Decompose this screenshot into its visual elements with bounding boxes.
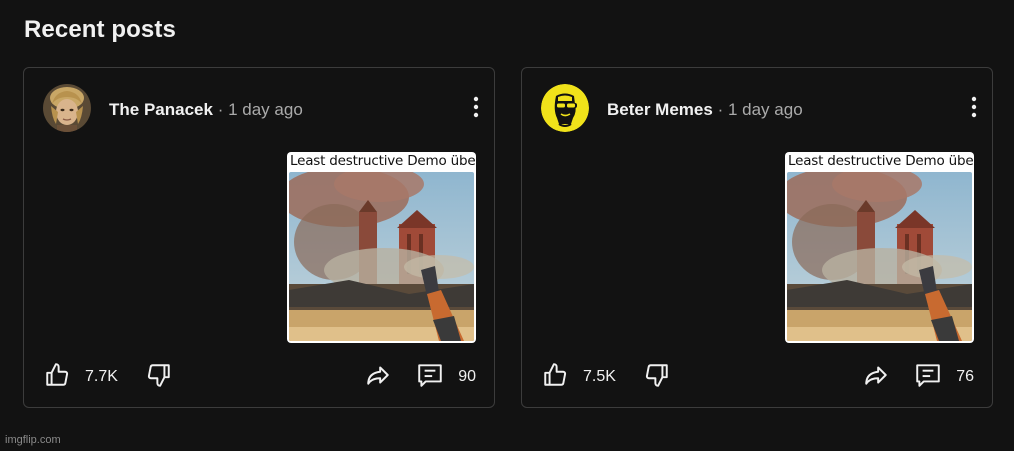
more-options-button[interactable] [472,96,480,118]
like-button[interactable] [542,362,568,388]
post-header: The Panacek · 1 day ago [109,100,303,120]
post-actions: 7.5K 76 [522,356,992,392]
post-card[interactable]: Beter Memes · 1 day ago Least destructiv… [521,67,993,408]
thumbs-down-icon [147,364,170,387]
thumbnail-caption: Least destructive Demo über: [290,153,476,169]
like-count: 7.7K [85,368,118,385]
avatar[interactable] [541,84,589,132]
dislike-button[interactable] [644,362,670,388]
game-scene-image [787,172,972,341]
comment-icon [418,364,442,387]
post-time: 1 day ago [228,100,303,119]
author-name[interactable]: Beter Memes [607,100,713,119]
avatar[interactable] [43,84,91,132]
game-scene-image [289,172,474,341]
like-button[interactable] [44,362,70,388]
share-arrow-icon [367,366,389,385]
thumbs-down-icon [645,364,668,387]
person-portrait-icon [43,84,91,132]
post-header: Beter Memes · 1 day ago [607,100,803,120]
post-thumbnail[interactable]: Least destructive Demo über: [287,152,476,343]
more-vertical-icon [473,96,479,118]
comment-button[interactable] [914,362,942,388]
separator: · [717,100,724,119]
post-actions: 7.7K 90 [24,356,494,392]
dislike-button[interactable] [146,362,172,388]
post-time: 1 day ago [727,100,803,119]
thumbs-up-icon [46,363,69,386]
comment-icon [916,364,940,387]
thumbnail-caption: Least destructive Demo über: [788,153,974,169]
separator: · [217,100,224,119]
comment-count: 90 [458,368,476,385]
section-title: Recent posts [24,16,176,43]
watermark: imgflip.com [5,434,61,446]
thumbs-up-icon [544,363,567,386]
sunglasses-face-logo-icon [541,84,589,132]
share-arrow-icon [865,366,887,385]
share-button[interactable] [863,362,889,388]
like-count: 7.5K [583,368,616,385]
post-card[interactable]: The Panacek · 1 day ago Least destructiv… [23,67,495,408]
comment-count: 76 [956,368,974,385]
more-vertical-icon [971,96,977,118]
author-name[interactable]: The Panacek [109,100,213,119]
more-options-button[interactable] [970,96,978,118]
post-thumbnail[interactable]: Least destructive Demo über: [785,152,974,343]
comment-button[interactable] [416,362,444,388]
share-button[interactable] [365,362,391,388]
